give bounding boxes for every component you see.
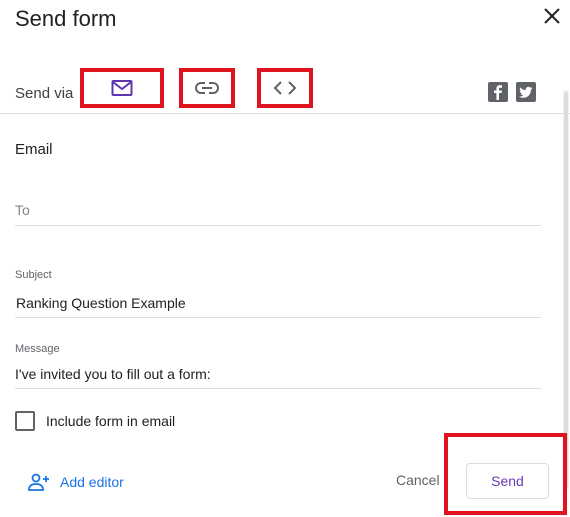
send-via-label: Send via — [15, 85, 74, 102]
message-value: I've invited you to fill out a form: — [15, 366, 211, 382]
add-editor-label: Add editor — [60, 474, 124, 490]
cancel-button[interactable]: Cancel — [396, 472, 440, 488]
facebook-icon — [494, 85, 502, 100]
tab-link[interactable] — [179, 68, 235, 108]
header-divider — [0, 113, 570, 114]
add-person-icon — [28, 473, 49, 491]
twitter-icon — [519, 86, 533, 98]
facebook-share-button[interactable] — [488, 82, 508, 102]
subject-field[interactable]: Ranking Question Example — [15, 286, 541, 318]
link-icon — [195, 82, 219, 94]
include-form-row[interactable]: Include form in email — [15, 411, 175, 431]
send-button[interactable]: Send — [466, 463, 549, 499]
subject-label: Subject — [15, 269, 52, 281]
code-embed-icon — [273, 81, 297, 95]
include-form-checkbox[interactable] — [15, 411, 35, 431]
mail-icon — [111, 80, 133, 96]
twitter-share-button[interactable] — [516, 82, 536, 102]
to-placeholder: To — [15, 202, 30, 218]
close-button[interactable] — [540, 4, 564, 28]
tab-embed[interactable] — [257, 68, 313, 108]
subject-value: Ranking Question Example — [16, 295, 186, 311]
send-via-row: Send via — [0, 60, 570, 114]
message-label: Message — [15, 343, 60, 355]
scrollbar-thumb[interactable] — [564, 92, 568, 488]
tab-email[interactable] — [80, 68, 164, 108]
include-form-label: Include form in email — [46, 413, 176, 429]
dialog-title: Send form — [15, 6, 117, 31]
close-icon — [544, 8, 560, 24]
message-field[interactable]: I've invited you to fill out a form: — [15, 358, 541, 389]
to-field[interactable]: To — [15, 195, 541, 226]
email-section-title: Email — [15, 141, 53, 158]
add-editor-button[interactable]: Add editor — [27, 472, 124, 492]
